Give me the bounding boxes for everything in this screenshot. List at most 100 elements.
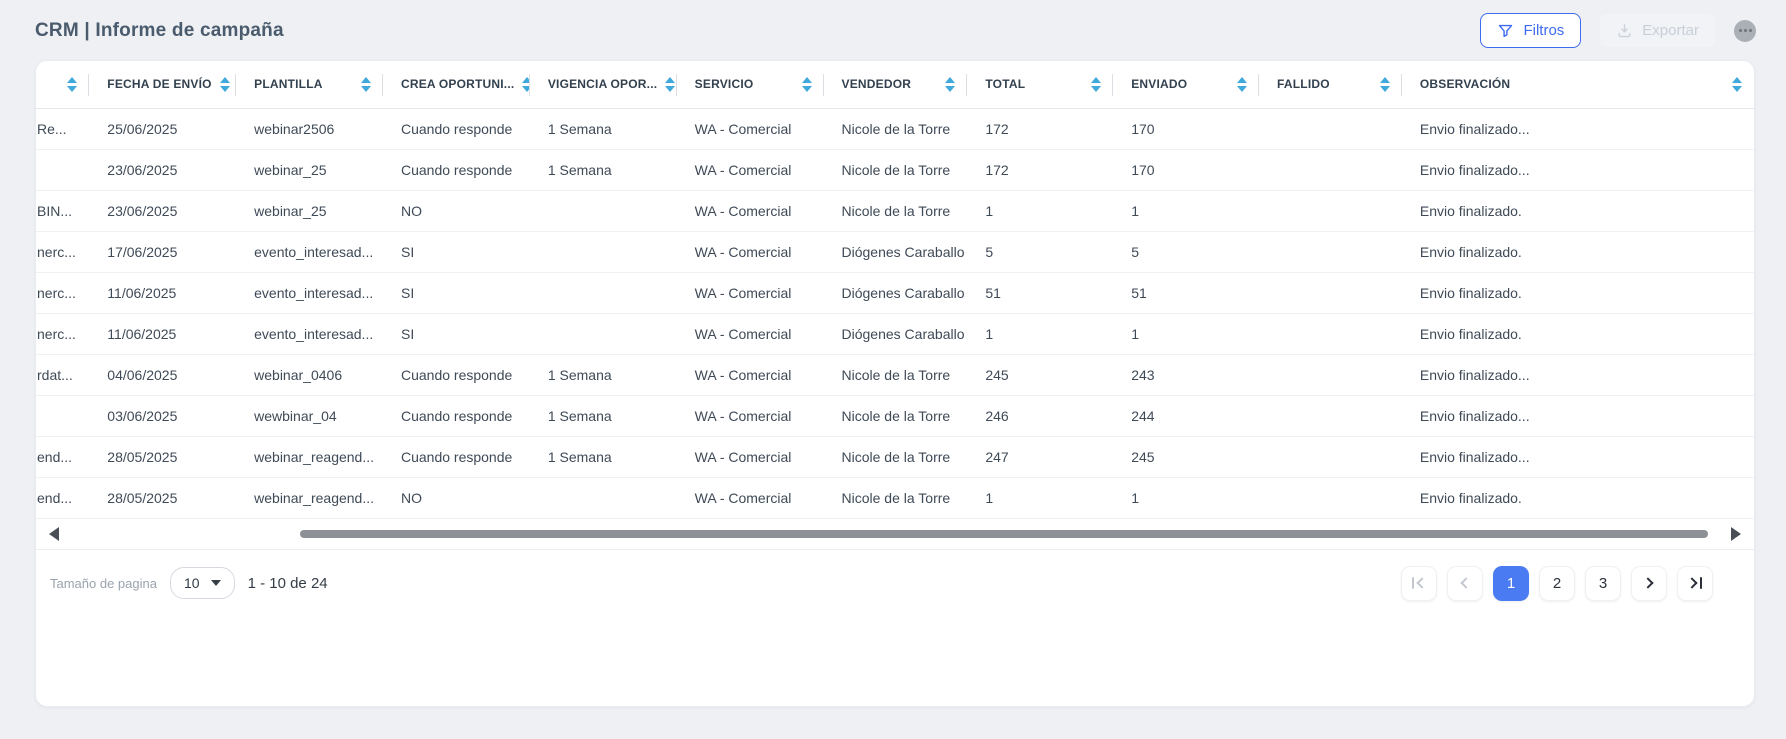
- cell-fecha: 23/06/2025: [89, 190, 236, 231]
- pagination-page-1[interactable]: 1: [1493, 566, 1529, 601]
- cell-total: 1: [967, 313, 1113, 354]
- cell-plantilla: webinar_25: [236, 190, 383, 231]
- cell-fallido: [1259, 395, 1402, 436]
- cell-vigencia: 1 Semana: [530, 395, 677, 436]
- cell-fallido: [1259, 108, 1402, 149]
- cell-vigencia: 1 Semana: [530, 108, 677, 149]
- cell-plantilla: webinar2506: [236, 108, 383, 149]
- cell-servicio: WA - Comercial: [677, 190, 824, 231]
- cell-fecha: 28/05/2025: [89, 477, 236, 518]
- cell-total: 5: [967, 231, 1113, 272]
- column-header-crea: CREA OPORTUNI...: [383, 61, 530, 108]
- column-label-crea: CREA OPORTUNI...: [401, 77, 514, 91]
- campaign-report-table: FECHA DE ENVÍOPLANTILLACREA OPORTUNI...V…: [36, 61, 1754, 519]
- cell-observacion: Envio finalizado.: [1402, 477, 1754, 518]
- scroll-left-arrow-icon[interactable]: [49, 527, 59, 541]
- scrollbar-thumb[interactable]: [300, 530, 1708, 538]
- cell-observacion: Envio finalizado.: [1402, 231, 1754, 272]
- more-options-button[interactable]: [1734, 20, 1756, 42]
- scroll-right-arrow-icon[interactable]: [1731, 527, 1741, 541]
- cell-vendedor: Nicole de la Torre: [824, 108, 968, 149]
- export-button[interactable]: Exportar: [1599, 13, 1716, 48]
- pagination-page-2[interactable]: 2: [1539, 566, 1575, 601]
- cell-fallido: [1259, 231, 1402, 272]
- sort-icon-vendedor[interactable]: [945, 77, 955, 92]
- cell-name: end...: [36, 477, 89, 518]
- pagination-next-button[interactable]: [1631, 566, 1667, 601]
- sort-icon-total[interactable]: [1091, 77, 1101, 92]
- cell-total: 1: [967, 477, 1113, 518]
- cell-name: Re...: [36, 108, 89, 149]
- sort-icon-observacion[interactable]: [1732, 77, 1742, 92]
- chevron-right-icon: [1686, 577, 1697, 588]
- cell-vendedor: Nicole de la Torre: [824, 436, 968, 477]
- cell-crea: SI: [383, 231, 530, 272]
- cell-vendedor: Nicole de la Torre: [824, 190, 968, 231]
- cell-enviado: 170: [1113, 149, 1259, 190]
- pagination-range: 1 - 10 de 24: [248, 575, 328, 592]
- sort-icon-fecha[interactable]: [220, 77, 230, 92]
- cell-name: BIN...: [36, 190, 89, 231]
- cell-vigencia: [530, 272, 677, 313]
- pagination-first-button[interactable]: [1401, 566, 1437, 601]
- sort-icon-vigencia[interactable]: [665, 77, 675, 92]
- filters-button[interactable]: Filtros: [1480, 13, 1581, 48]
- cell-servicio: WA - Comercial: [677, 149, 824, 190]
- page-title: CRM | Informe de campaña: [35, 20, 284, 42]
- table-row: nerc...17/06/2025evento_interesad...SIWA…: [36, 231, 1754, 272]
- page-size-select[interactable]: 10: [170, 567, 235, 599]
- column-header-enviado: ENVIADO: [1113, 61, 1259, 108]
- cell-servicio: WA - Comercial: [677, 272, 824, 313]
- sort-icon-fallido[interactable]: [1380, 77, 1390, 92]
- cell-total: 51: [967, 272, 1113, 313]
- cell-total: 172: [967, 149, 1113, 190]
- table-row: 23/06/2025webinar_25Cuando responde1 Sem…: [36, 149, 1754, 190]
- cell-crea: NO: [383, 190, 530, 231]
- cell-total: 1: [967, 190, 1113, 231]
- cell-plantilla: wewbinar_04: [236, 395, 383, 436]
- cell-crea: Cuando responde: [383, 108, 530, 149]
- cell-servicio: WA - Comercial: [677, 108, 824, 149]
- sort-icon-servicio[interactable]: [802, 77, 812, 92]
- column-header-fallido: FALLIDO: [1259, 61, 1402, 108]
- cell-name: nerc...: [36, 313, 89, 354]
- column-header-vigencia: VIGENCIA OPOR...: [530, 61, 677, 108]
- cell-plantilla: webinar_25: [236, 149, 383, 190]
- pagination-prev-button[interactable]: [1447, 566, 1483, 601]
- cell-vigencia: [530, 313, 677, 354]
- sort-icon-name[interactable]: [67, 77, 77, 92]
- cell-vendedor: Diógenes Caraballo: [824, 231, 968, 272]
- page-size-label: Tamaño de pagina: [50, 576, 157, 591]
- ellipsis-icon: [1739, 29, 1742, 32]
- topbar-actions: Filtros Exportar: [1480, 13, 1756, 48]
- sort-icon-enviado[interactable]: [1237, 77, 1247, 92]
- sort-icon-crea[interactable]: [522, 77, 529, 92]
- cell-crea: Cuando responde: [383, 395, 530, 436]
- cell-fecha: 17/06/2025: [89, 231, 236, 272]
- cell-enviado: 244: [1113, 395, 1259, 436]
- cell-fecha: 25/06/2025: [89, 108, 236, 149]
- cell-vigencia: 1 Semana: [530, 354, 677, 395]
- cell-crea: Cuando responde: [383, 354, 530, 395]
- pagination-page-3[interactable]: 3: [1585, 566, 1621, 601]
- ellipsis-icon: [1749, 29, 1752, 32]
- cell-enviado: 245: [1113, 436, 1259, 477]
- column-label-plantilla: PLANTILLA: [254, 77, 322, 91]
- cell-vendedor: Nicole de la Torre: [824, 477, 968, 518]
- cell-crea: SI: [383, 313, 530, 354]
- cell-plantilla: evento_interesad...: [236, 231, 383, 272]
- cell-fecha: 11/06/2025: [89, 313, 236, 354]
- cell-plantilla: evento_interesad...: [236, 272, 383, 313]
- cell-vendedor: Nicole de la Torre: [824, 149, 968, 190]
- cell-fecha: 04/06/2025: [89, 354, 236, 395]
- cell-enviado: 243: [1113, 354, 1259, 395]
- table-row: nerc...11/06/2025evento_interesad...SIWA…: [36, 272, 1754, 313]
- cell-crea: SI: [383, 272, 530, 313]
- pagination-last-button[interactable]: [1677, 566, 1713, 601]
- sort-icon-plantilla[interactable]: [361, 77, 371, 92]
- cell-vendedor: Diógenes Caraballo: [824, 313, 968, 354]
- cell-vigencia: [530, 477, 677, 518]
- cell-total: 245: [967, 354, 1113, 395]
- cell-total: 246: [967, 395, 1113, 436]
- cell-enviado: 51: [1113, 272, 1259, 313]
